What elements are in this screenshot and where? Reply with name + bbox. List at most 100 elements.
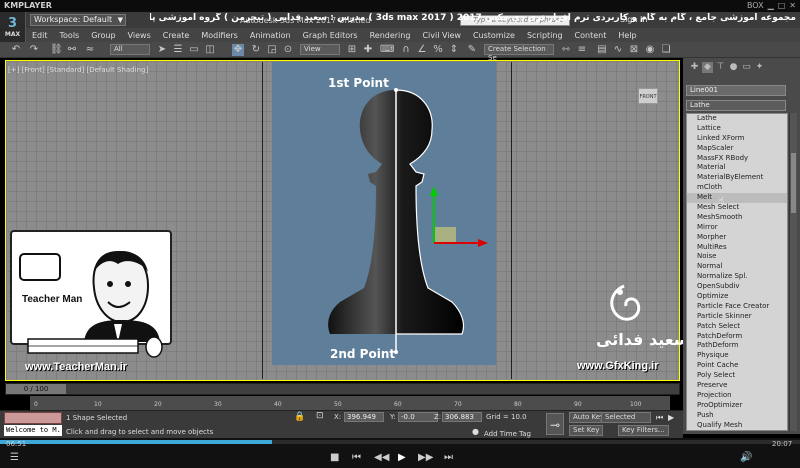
list-item[interactable]: Normal bbox=[687, 262, 787, 272]
lock-selection-icon[interactable]: 🔒 bbox=[294, 412, 305, 422]
y-coord-field[interactable]: -0.0 bbox=[398, 412, 438, 422]
menu-graph-editors[interactable]: Graph Editors bbox=[297, 31, 364, 40]
list-item[interactable]: Noise bbox=[687, 252, 787, 262]
list-item[interactable]: Optimize bbox=[687, 292, 787, 302]
app-logo-button[interactable]: 3 MAX bbox=[0, 12, 26, 42]
bind-space-warp-icon[interactable]: ≈ bbox=[84, 44, 96, 56]
reference-coordinate-dropdown[interactable]: View bbox=[300, 44, 340, 55]
menu-animation[interactable]: Animation bbox=[244, 31, 297, 40]
rewind-icon[interactable]: ◀◀ bbox=[374, 452, 389, 463]
player-menu-icon[interactable]: ☰ bbox=[10, 452, 19, 463]
list-item[interactable]: Push bbox=[687, 411, 787, 421]
create-tab-icon[interactable]: ✚ bbox=[689, 62, 700, 73]
set-key-big-button[interactable]: ⊸ bbox=[546, 413, 564, 435]
hierarchy-tab-icon[interactable]: ⊤ bbox=[715, 62, 726, 73]
select-and-move-icon[interactable]: ✥ bbox=[232, 44, 244, 56]
list-item[interactable]: Physique bbox=[687, 351, 787, 361]
list-item[interactable]: OpenSubdiv bbox=[687, 282, 787, 292]
select-and-scale-icon[interactable]: ◲ bbox=[266, 44, 278, 56]
viewcube[interactable]: FRONT bbox=[638, 88, 658, 104]
previous-icon[interactable]: ⏮ bbox=[352, 452, 361, 463]
list-item[interactable]: Projection bbox=[687, 391, 787, 401]
list-item-highlighted[interactable]: Melt bbox=[687, 193, 787, 204]
play-pause-icon[interactable]: ▶ bbox=[398, 452, 406, 463]
undo-icon[interactable]: ↶ bbox=[10, 44, 22, 56]
volume-icon[interactable]: 🔊 bbox=[740, 452, 752, 463]
list-item[interactable]: Morpher bbox=[687, 233, 787, 243]
list-item[interactable]: MassFX RBody bbox=[687, 154, 787, 164]
percent-snap-icon[interactable]: % bbox=[432, 44, 444, 56]
z-coord-field[interactable]: 306.883 bbox=[442, 412, 482, 422]
menu-customize[interactable]: Customize bbox=[467, 31, 521, 40]
close-icon[interactable]: ✕ bbox=[789, 0, 796, 12]
list-item[interactable]: Qualify Mesh bbox=[687, 421, 787, 430]
time-slider-track[interactable] bbox=[5, 383, 680, 395]
list-item[interactable]: PatchDeform bbox=[687, 332, 787, 342]
select-and-rotate-icon[interactable]: ↻ bbox=[250, 44, 262, 56]
menu-tools[interactable]: Tools bbox=[54, 31, 86, 40]
list-item[interactable]: MeshSmooth bbox=[687, 213, 787, 223]
list-item[interactable]: Normalize Spl. bbox=[687, 272, 787, 282]
key-filters-button[interactable]: Key Filters... bbox=[618, 425, 669, 436]
list-item[interactable]: Poly Select bbox=[687, 371, 787, 381]
menu-views[interactable]: Views bbox=[122, 31, 157, 40]
menu-create[interactable]: Create bbox=[157, 31, 196, 40]
set-key-button[interactable]: Set Key bbox=[569, 425, 604, 436]
curve-editor-icon[interactable]: ∿ bbox=[612, 44, 624, 56]
placement-icon[interactable]: ⊙ bbox=[282, 44, 294, 56]
rectangular-selection-icon[interactable]: ▭ bbox=[188, 44, 200, 56]
menu-civil-view[interactable]: Civil View bbox=[416, 31, 467, 40]
snaps-toggle-icon[interactable]: ∩ bbox=[400, 44, 412, 56]
time-slider-handle[interactable]: 0 / 100 bbox=[6, 384, 66, 394]
add-time-tag-button[interactable]: Add Time Tag bbox=[484, 430, 531, 438]
goto-start-icon[interactable]: ⏮ bbox=[656, 413, 663, 423]
redo-icon[interactable]: ↷ bbox=[28, 44, 40, 56]
select-by-name-icon[interactable]: ☰ bbox=[172, 44, 184, 56]
list-item[interactable]: Mirror bbox=[687, 223, 787, 233]
minimize-icon[interactable]: ▁ bbox=[768, 0, 774, 12]
menu-group[interactable]: Group bbox=[85, 31, 121, 40]
utilities-tab-icon[interactable]: ✦ bbox=[754, 62, 765, 73]
schematic-view-icon[interactable]: ⊠ bbox=[628, 44, 640, 56]
stop-icon[interactable]: ■ bbox=[330, 452, 339, 463]
x-coord-field[interactable]: 396.949 bbox=[344, 412, 384, 422]
viewport-label[interactable]: [+] [Front] [Standard] [Default Shading] bbox=[8, 66, 148, 74]
list-item[interactable]: Material bbox=[687, 163, 787, 173]
absolute-mode-icon[interactable]: ⊡ bbox=[316, 411, 324, 421]
list-item[interactable]: Lattice bbox=[687, 124, 787, 134]
motion-tab-icon[interactable]: ● bbox=[728, 62, 739, 73]
select-object-icon[interactable]: ➤ bbox=[156, 44, 168, 56]
material-editor-icon[interactable]: ◉ bbox=[644, 44, 656, 56]
list-item[interactable]: Mesh Select bbox=[687, 203, 787, 213]
render-setup-icon[interactable]: ❏ bbox=[660, 44, 672, 56]
display-tab-icon[interactable]: ▭ bbox=[741, 62, 752, 73]
list-item[interactable]: Patch Select bbox=[687, 322, 787, 332]
object-name-field[interactable]: Line001 bbox=[686, 85, 786, 96]
list-item[interactable]: MultiRes bbox=[687, 243, 787, 253]
angle-snap-icon[interactable]: ∠ bbox=[416, 44, 428, 56]
list-item[interactable]: Particle Face Creator bbox=[687, 302, 787, 312]
list-item[interactable]: MaterialByElement bbox=[687, 173, 787, 183]
pivot-center-icon[interactable]: ⊞ bbox=[346, 44, 358, 56]
forward-icon[interactable]: ▶▶ bbox=[418, 452, 433, 463]
keyboard-shortcut-icon[interactable]: ⌨ bbox=[380, 44, 394, 56]
select-manipulate-icon[interactable]: ✚ bbox=[362, 44, 374, 56]
list-item[interactable]: Lathe bbox=[687, 114, 787, 124]
modify-tab-icon[interactable]: ◆ bbox=[702, 62, 713, 73]
layer-explorer-icon[interactable]: ▤ bbox=[596, 44, 608, 56]
spinner-snap-icon[interactable]: ⇕ bbox=[448, 44, 460, 56]
link-icon[interactable]: ⛓ bbox=[50, 44, 63, 56]
list-item[interactable]: mCloth bbox=[687, 183, 787, 193]
list-item[interactable]: MapScaler bbox=[687, 144, 787, 154]
play-icon[interactable]: ▶ bbox=[668, 413, 674, 422]
list-item[interactable]: ProOptimizer bbox=[687, 401, 787, 411]
workspace-dropdown[interactable]: Workspace: Default ▼ bbox=[30, 14, 126, 26]
modifier-list-dropdown[interactable]: Lathe bbox=[686, 100, 786, 111]
menu-rendering[interactable]: Rendering bbox=[364, 31, 417, 40]
window-crossing-icon[interactable]: ◫ bbox=[204, 44, 216, 56]
unlink-icon[interactable]: ⚯ bbox=[66, 44, 78, 56]
maxscript-listener-output[interactable]: Welcome to M. bbox=[4, 425, 62, 436]
list-item[interactable]: Preserve bbox=[687, 381, 787, 391]
scrollbar-thumb[interactable] bbox=[791, 153, 796, 213]
mirror-icon[interactable]: ⇿ bbox=[560, 44, 572, 56]
